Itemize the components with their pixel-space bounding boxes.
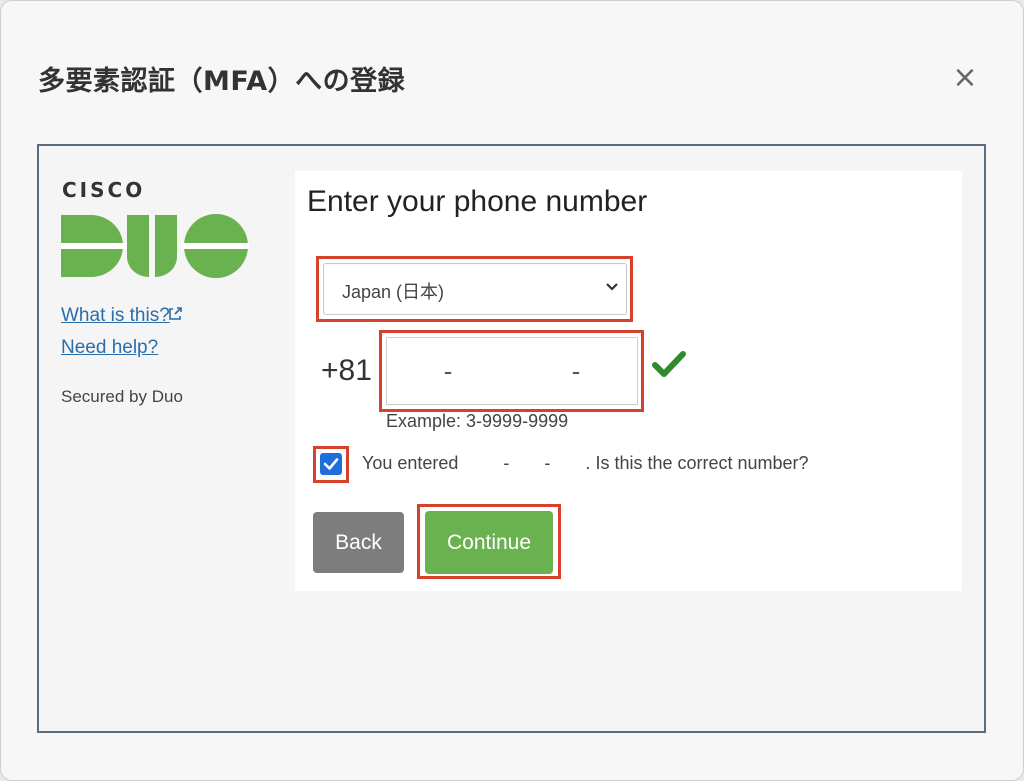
country-code: +81 (321, 354, 372, 387)
phone-example-hint: Example: 3-9999-9999 (386, 411, 569, 431)
valid-check-icon (652, 351, 686, 377)
checkmark-icon (323, 458, 339, 470)
confirm-number-checkbox[interactable] (320, 453, 342, 475)
dialog-title: 多要素認証（MFA）への登録 (38, 66, 406, 97)
country-select[interactable]: Japan (日本) (323, 263, 627, 315)
close-button[interactable]: × (951, 63, 979, 93)
continue-button[interactable]: Continue (425, 511, 553, 574)
panel-title: Enter your phone number (307, 185, 648, 218)
mfa-enrollment-dialog: 多要素認証（MFA）への登録 × CISCO What is this? Nee… (0, 0, 1024, 781)
duo-logo (61, 214, 249, 278)
back-button[interactable]: Back (313, 512, 404, 573)
need-help-link[interactable]: Need help? (61, 337, 158, 359)
confirm-number-text: You entered - - . Is this the correct nu… (362, 453, 809, 473)
secured-by-label: Secured by Duo (61, 387, 183, 406)
cisco-logo-text: CISCO (62, 178, 146, 202)
external-link-icon (169, 307, 182, 320)
what-is-this-link[interactable]: What is this? (61, 305, 170, 327)
phone-number-input[interactable]: - - (386, 337, 638, 405)
chevron-down-icon (606, 283, 618, 291)
